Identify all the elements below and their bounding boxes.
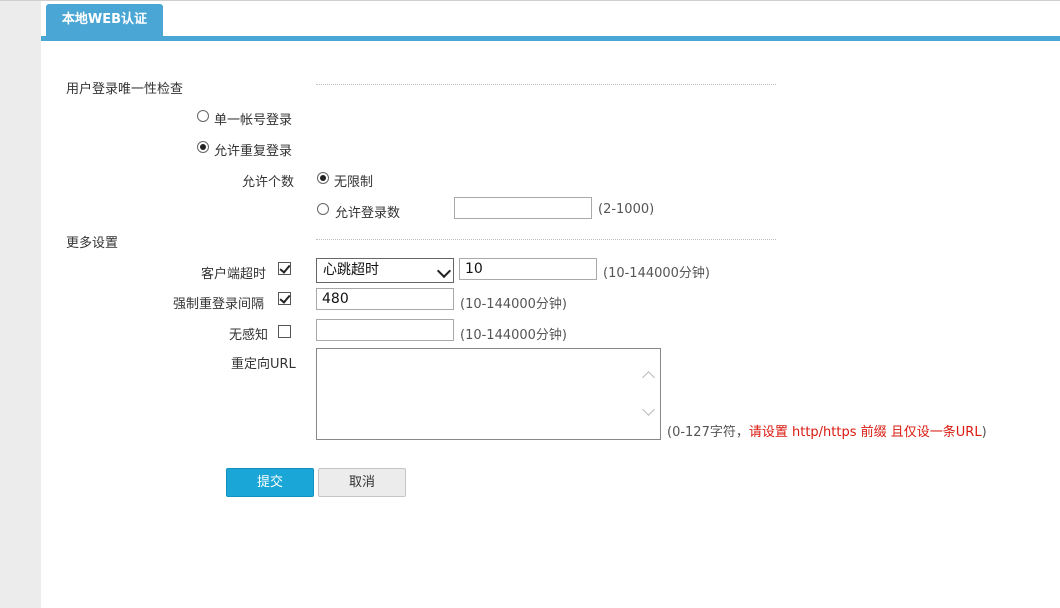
top-border [0,0,1060,1]
seamless-hint: (10-144000分钟) [460,328,568,343]
radio-allow-repeat-label: 允许重复登录 [214,144,293,159]
relogin-interval-hint: (10-144000分钟) [460,297,568,312]
client-timeout-checkbox[interactable] [278,262,291,275]
section-title-more-settings: 更多设置 [66,236,119,251]
left-gutter [0,0,41,608]
radio-single-account[interactable] [197,110,209,122]
radio-single-account-label: 单一帐号登录 [214,113,293,128]
redirect-url-label: 重定向URL [231,357,296,372]
radio-unlimited-label: 无限制 [334,175,374,190]
redirect-url-hint-prefix: (0-127字符， [667,425,749,440]
cancel-button[interactable]: 取消 [318,468,406,497]
tab-underline [41,36,1060,41]
tab-local-web-auth[interactable]: 本地WEB认证 [46,4,163,36]
redirect-url-hint-warning: 请设置 http/https 前缀 且仅设一条URL [748,425,982,440]
client-timeout-input[interactable]: 10 [459,258,597,280]
chevron-down-icon [436,263,452,279]
radio-unlimited[interactable] [317,172,329,184]
allow-login-count-input[interactable] [454,197,592,219]
radio-allow-login-count-label: 允许登录数 [335,206,401,221]
section-title-login-uniqueness: 用户登录唯一性检查 [66,82,184,97]
seamless-label: 无感知 [229,328,269,343]
section-divider [316,239,776,240]
scroll-up-icon[interactable] [642,371,655,384]
client-timeout-label: 客户端超时 [201,267,267,282]
submit-button[interactable]: 提交 [226,468,314,497]
client-timeout-hint: (10-144000分钟) [603,266,711,281]
allow-count-label: 允许个数 [242,175,295,190]
client-timeout-mode-value: 心跳超时 [323,262,379,278]
relogin-interval-checkbox[interactable] [278,292,291,305]
scroll-down-icon[interactable] [642,403,655,416]
relogin-interval-input[interactable]: 480 [316,288,454,310]
seamless-input[interactable] [316,319,454,341]
radio-allow-repeat[interactable] [197,141,209,153]
allow-login-count-hint: (2-1000) [598,202,655,217]
redirect-url-textarea[interactable] [316,348,661,440]
client-timeout-mode-select[interactable]: 心跳超时 [316,258,454,283]
seamless-checkbox[interactable] [278,325,291,338]
redirect-url-hint: (0-127字符，请设置 http/https 前缀 且仅设一条URL) [667,421,987,440]
radio-allow-login-count[interactable] [317,203,329,215]
redirect-url-hint-suffix: ) [981,425,987,440]
relogin-interval-label: 强制重登录间隔 [173,297,265,312]
section-divider [316,84,776,85]
